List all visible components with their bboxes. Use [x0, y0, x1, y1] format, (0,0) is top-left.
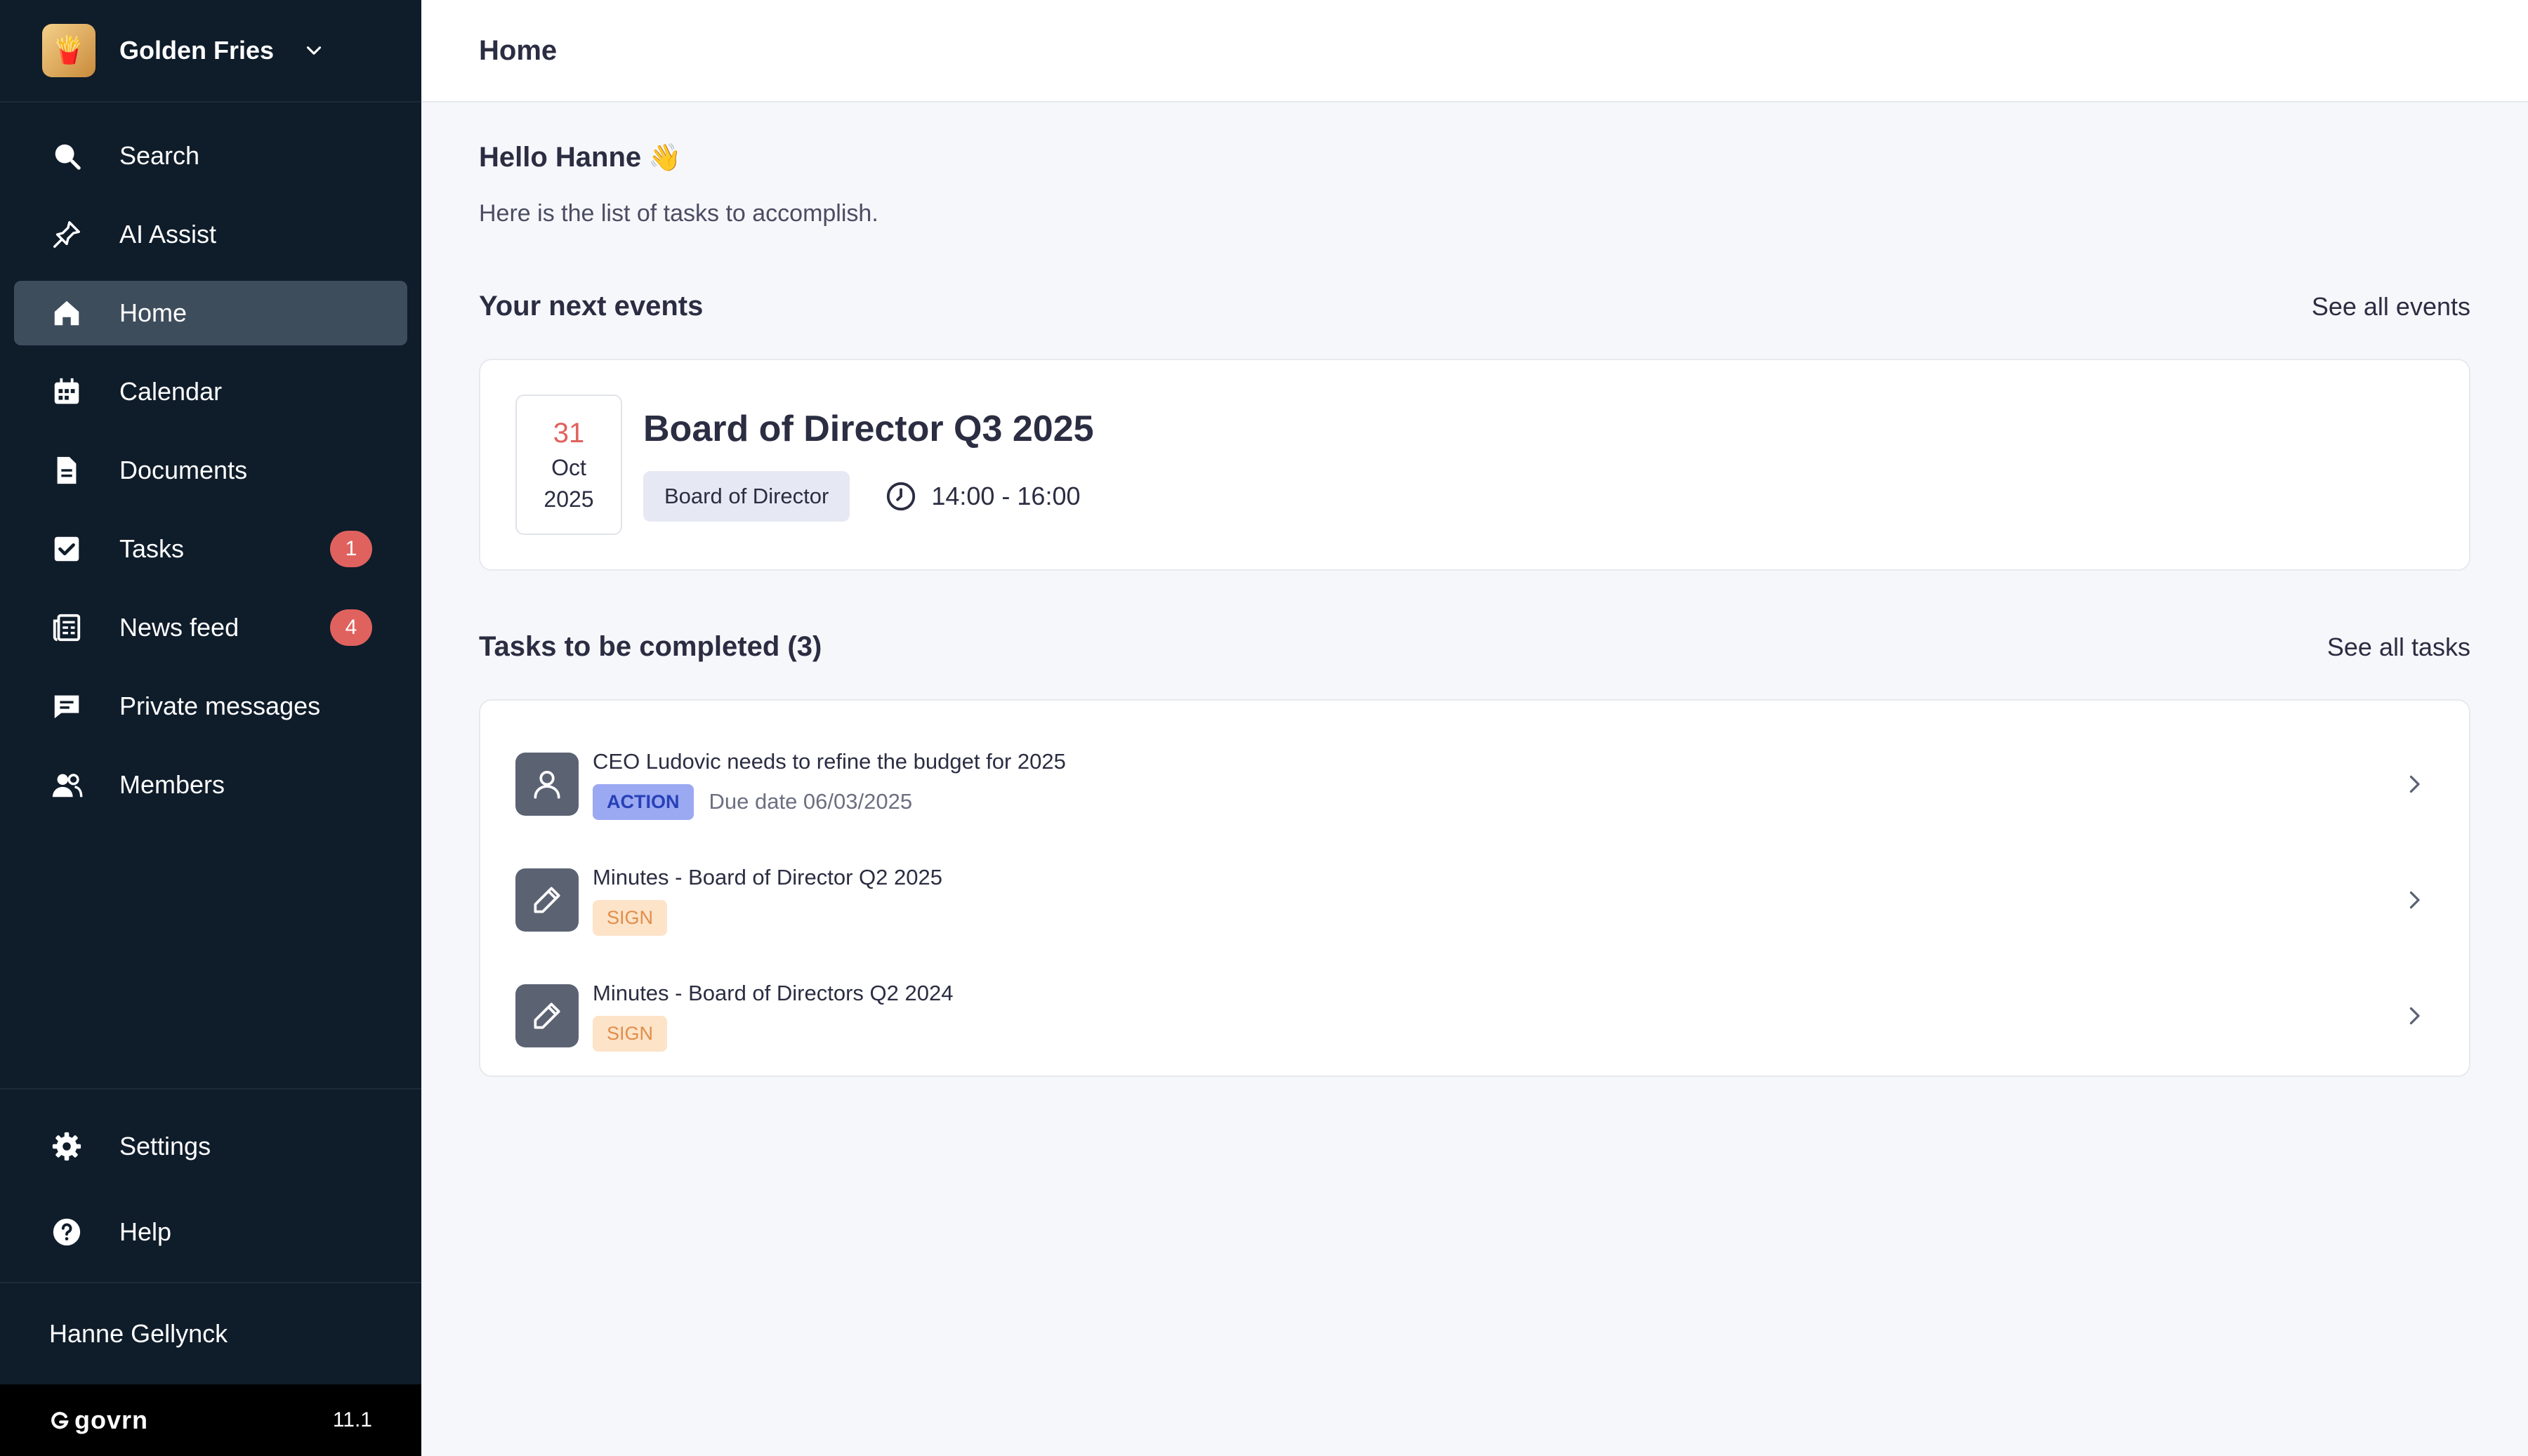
- sidebar-item-label: Home: [119, 298, 187, 327]
- pencil-icon: [515, 868, 579, 932]
- task-due-date: Due date 06/03/2025: [709, 789, 913, 814]
- sidebar-item-label: Calendar: [119, 377, 223, 406]
- sidebar-item-label: Members: [119, 770, 225, 799]
- org-switcher[interactable]: 🍟 Golden Fries: [0, 0, 421, 102]
- see-all-tasks-link[interactable]: See all tasks: [2327, 633, 2470, 662]
- main-content: Home Hello Hanne 👋 Here is the list of t…: [421, 0, 2528, 1456]
- sidebar-item-label: AI Assist: [119, 220, 217, 249]
- sidebar-item-label: Documents: [119, 456, 248, 484]
- message-icon: [51, 690, 83, 722]
- brand-name: govrn: [74, 1405, 149, 1434]
- sidebar-item-search[interactable]: Search: [14, 124, 407, 188]
- app-version: 11.1: [332, 1408, 372, 1431]
- ai-assist-icon: [51, 218, 83, 251]
- sign-tag: SIGN: [593, 1015, 668, 1052]
- content-area: Hello Hanne 👋 Here is the list of tasks …: [421, 102, 2528, 1077]
- tasks-section-header: Tasks to be completed (3) See all tasks: [479, 631, 2470, 663]
- crest-icon: 🍟: [42, 24, 96, 77]
- event-month: Oct: [551, 454, 586, 480]
- calendar-icon: [51, 376, 83, 408]
- task-title: Minutes - Board of Directors Q2 2024: [593, 980, 954, 1005]
- pencil-icon: [515, 984, 579, 1047]
- event-date: 31 Oct 2025: [515, 395, 622, 535]
- see-all-events-link[interactable]: See all events: [2312, 292, 2470, 322]
- sidebar-item-label: News feed: [119, 613, 239, 642]
- task-meta: SIGN: [593, 899, 942, 936]
- app-footer: govrn 11.1: [0, 1384, 421, 1456]
- task-row[interactable]: Minutes - Board of Directors Q2 2024 SIG…: [480, 963, 2469, 1068]
- sidebar: 🍟 Golden Fries Search AI Assist Home Cal…: [0, 0, 421, 1456]
- main-nav: Search AI Assist Home Calendar Documents…: [0, 102, 421, 817]
- govrn-logo-icon: [51, 1412, 69, 1429]
- waving-hand-icon: 👋: [648, 143, 682, 173]
- task-title: Minutes - Board of Director Q2 2025: [593, 864, 942, 889]
- newspaper-icon: [51, 611, 83, 644]
- checkbox-icon: [51, 533, 83, 565]
- sidebar-item-news-feed[interactable]: News feed 4: [14, 595, 407, 660]
- sidebar-item-members[interactable]: Members: [14, 753, 407, 817]
- chevron-right-icon: [2409, 1007, 2420, 1025]
- sidebar-item-label: Tasks: [119, 534, 185, 563]
- events-section-title: Your next events: [479, 291, 704, 322]
- sidebar-item-private-messages[interactable]: Private messages: [14, 674, 407, 739]
- event-tag: Board of Director: [643, 471, 850, 522]
- sidebar-item-label: Search: [119, 141, 200, 170]
- tasks-section-title: Tasks to be completed (3): [479, 631, 822, 662]
- help-icon: [51, 1216, 83, 1248]
- home-icon: [51, 297, 83, 329]
- sidebar-item-home[interactable]: Home: [14, 281, 407, 345]
- event-time: 14:00 - 16:00: [931, 482, 1081, 510]
- chevron-right-icon: [2409, 891, 2420, 909]
- event-day: 31: [553, 417, 585, 449]
- sidebar-item-label: Private messages: [119, 691, 321, 720]
- task-text: Minutes - Board of Director Q2 2025 SIGN: [593, 865, 942, 936]
- brand-logo: govrn: [49, 1405, 148, 1435]
- user-name: Hanne Gellynck: [49, 1319, 228, 1348]
- action-tag: ACTION: [593, 783, 694, 820]
- task-text: Minutes - Board of Directors Q2 2024 SIG…: [593, 981, 953, 1052]
- clock-icon: [887, 482, 916, 511]
- event-info: Board of Director Q3 2025 Board of Direc…: [643, 408, 1094, 522]
- task-meta: ACTION Due date 06/03/2025: [593, 783, 1066, 820]
- task-title: CEO Ludovic needs to refine the budget f…: [593, 748, 1066, 774]
- sidebar-item-label: Settings: [119, 1132, 211, 1160]
- chevron-right-icon: [2409, 775, 2420, 793]
- org-name: Golden Fries: [119, 36, 275, 65]
- greeting-text: Hello Hanne: [479, 142, 642, 173]
- greeting-subtitle: Here is the list of tasks to accomplish.: [479, 200, 878, 227]
- sidebar-item-tasks[interactable]: Tasks 1: [14, 517, 407, 581]
- tasks-card: CEO Ludovic needs to refine the budget f…: [479, 699, 2470, 1077]
- search-icon: [51, 140, 83, 172]
- user-profile[interactable]: Hanne Gellynck: [0, 1282, 421, 1384]
- top-bar: Home: [421, 0, 2528, 102]
- sidebar-item-documents[interactable]: Documents: [14, 438, 407, 503]
- sidebar-item-ai-assist[interactable]: AI Assist: [14, 202, 407, 267]
- gear-icon: [51, 1130, 83, 1163]
- document-icon: [51, 454, 83, 487]
- task-row[interactable]: CEO Ludovic needs to refine the budget f…: [480, 732, 2469, 837]
- tasks-count-badge: 1: [330, 531, 372, 567]
- news-count-badge: 4: [330, 609, 372, 646]
- page-title: Home: [479, 34, 558, 66]
- event-year: 2025: [544, 486, 594, 512]
- sidebar-item-label: Help: [119, 1217, 172, 1246]
- sign-tag: SIGN: [593, 899, 668, 936]
- task-text: CEO Ludovic needs to refine the budget f…: [593, 749, 1066, 820]
- event-title: Board of Director Q3 2025: [643, 409, 1094, 449]
- events-section-header: Your next events See all events: [479, 291, 2470, 322]
- sidebar-item-help[interactable]: Help: [14, 1196, 407, 1268]
- task-meta: SIGN: [593, 1015, 953, 1052]
- event-meta: Board of Director 14:00 - 16:00: [643, 471, 1094, 522]
- event-card[interactable]: 31 Oct 2025 Board of Director Q3 2025 Bo…: [479, 359, 2470, 571]
- sidebar-item-calendar[interactable]: Calendar: [14, 359, 407, 424]
- task-row[interactable]: Minutes - Board of Director Q2 2025 SIGN: [480, 847, 2469, 953]
- greeting: Hello Hanne 👋: [479, 142, 2470, 173]
- user-icon: [515, 753, 579, 816]
- sidebar-item-settings[interactable]: Settings: [14, 1111, 407, 1182]
- members-icon: [51, 769, 83, 801]
- bottom-nav: Settings Help: [0, 1088, 421, 1282]
- chevron-down-icon: [306, 46, 322, 55]
